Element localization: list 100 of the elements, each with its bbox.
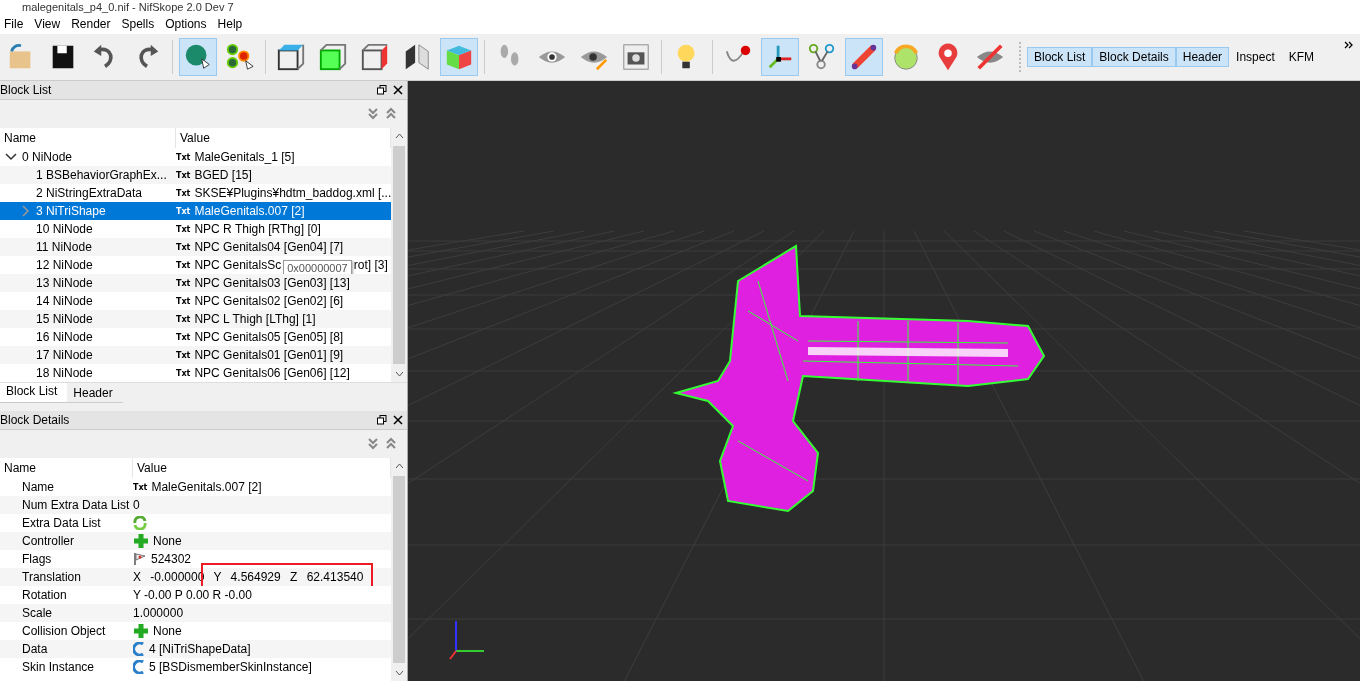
node-graph-icon [807, 42, 837, 72]
node-name: 3 NiTriShape [36, 204, 106, 218]
flag-icon [133, 552, 147, 566]
node-value: rot] [3] [353, 258, 388, 272]
field-name: Rotation [22, 588, 67, 602]
menu-item[interactable]: Options [163, 17, 216, 31]
expand-all-icon[interactable] [385, 437, 397, 451]
dock-tab[interactable]: KFM [1281, 47, 1322, 67]
dock-tab[interactable]: Block Details [1092, 47, 1176, 67]
collapse-all-icon[interactable] [367, 107, 379, 121]
field-name: Data [22, 642, 48, 656]
text-type-icon: Txt [176, 152, 191, 162]
field-name: Scale [22, 606, 53, 620]
menu-item[interactable]: Help [215, 17, 252, 31]
field-value: MaleGenitals.007 [2] [151, 480, 262, 494]
node-value: NPC Genitals06 [Gen06] [12] [194, 366, 350, 380]
text-type-icon: Txt [176, 206, 191, 216]
node-name: 1 BSBehaviorGraphEx... [36, 168, 167, 182]
axis-gizmo-icon [449, 620, 485, 660]
field-value: None [153, 624, 182, 638]
node-value: SKSE¥Plugins¥hdtm_baddog.xml [... [194, 186, 392, 200]
field-name: Num Extra Data List [22, 498, 130, 512]
scrollbar[interactable] [391, 128, 407, 382]
node-name: 16 NiNode [36, 330, 93, 344]
field-name: Extra Data List [22, 516, 101, 530]
bone-icon [849, 42, 879, 72]
field-name: Collision Object [22, 624, 106, 638]
panel-tab[interactable]: Header [67, 385, 123, 403]
close-icon[interactable] [393, 415, 403, 425]
text-type-icon: Txt [176, 170, 191, 180]
cube-icon [276, 42, 306, 72]
cube-icon [360, 42, 390, 72]
node-value: NPC Genitals04 [Gen04] [7] [194, 240, 344, 254]
toolbar-button[interactable] [845, 38, 883, 76]
node-value: NPC R Thigh [RThg] [0] [194, 222, 321, 236]
text-type-icon: Txt [176, 278, 191, 288]
gauge-icon [891, 42, 921, 72]
camera-icon [621, 42, 651, 72]
node-name: 17 NiNode [36, 348, 93, 362]
field-name: Translation [22, 570, 81, 584]
panel-title: Block List [0, 83, 52, 97]
tree-row[interactable]: 15 NiNode Txt NPC L Thigh [LThg] [1] [0, 310, 391, 328]
node-value: NPC Genitals03 [Gen03] [13] [194, 276, 350, 290]
menu-item[interactable]: Render [69, 17, 120, 31]
dock-tab[interactable]: Inspect [1229, 47, 1282, 67]
dots-cursor-icon [225, 42, 255, 72]
text-type-icon: Txt [133, 482, 148, 492]
field-value: 524302 [151, 552, 192, 566]
window-title: malegenitals_p4_0.nif - NifSkope 2.0 Dev 7 [22, 0, 234, 14]
node-name: 18 NiNode [36, 366, 93, 380]
field-value: 4 [NiTriShapeData] [149, 642, 251, 656]
menu-item[interactable]: File [2, 17, 33, 31]
plus-icon [133, 533, 149, 549]
node-value: MaleGenitals_1 [5] [194, 150, 295, 164]
node-value: MaleGenitals.007 [2] [194, 204, 305, 218]
text-type-icon: Txt [176, 350, 191, 360]
text-type-icon: Txt [176, 368, 191, 378]
dock-tab[interactable]: Block List [1027, 47, 1093, 67]
tree-row[interactable]: 3 NiTriShape Txt MaleGenitals.007 [2] [0, 202, 391, 220]
tree-row[interactable]: 17 NiNode Txt NPC Genitals01 [Gen01] [9] [0, 346, 391, 364]
expand-all-icon[interactable] [385, 107, 397, 121]
text-type-icon: Txt [176, 314, 191, 324]
field-value: None [153, 534, 182, 548]
float-window-icon[interactable] [377, 415, 387, 425]
float-window-icon[interactable] [377, 85, 387, 95]
close-icon[interactable] [393, 85, 403, 95]
plus-icon [133, 623, 149, 639]
scrollbar[interactable] [391, 458, 407, 681]
node-name: 12 NiNode [36, 258, 93, 272]
collapse-all-icon[interactable] [367, 437, 379, 451]
text-type-icon: Txt [176, 296, 191, 306]
node-name: 13 NiNode [36, 276, 93, 290]
sphere-cursor-icon [183, 42, 213, 72]
node-value: NPC Genitals01 [Gen01] [9] [194, 348, 344, 362]
panel-title: Block Details [0, 413, 70, 427]
tree-row[interactable]: 11 NiNode Txt NPC Genitals04 [Gen04] [7] [0, 238, 391, 256]
node-name: 15 NiNode [36, 312, 93, 326]
field-value: 0 [133, 498, 140, 512]
node-value: NPC Genitals05 [Gen05] [8] [194, 330, 344, 344]
tree-row[interactable]: 13 NiNode Txt NPC Genitals03 [Gen03] [13] [0, 274, 391, 292]
text-type-icon: Txt [176, 188, 191, 198]
expanded-chevron-icon[interactable] [4, 151, 18, 163]
text-type-icon: Txt [176, 260, 191, 270]
cube-icon [318, 42, 348, 72]
3d-viewport[interactable] [408, 81, 1360, 681]
field-name: Flags [22, 552, 52, 566]
tree-row[interactable]: 1 BSBehaviorGraphEx... Txt BGED [15] [0, 166, 391, 184]
node-name: 0 NiNode [22, 150, 73, 164]
node-value: NPC Genitals02 [Gen02] [6] [194, 294, 344, 308]
dock-tab[interactable]: Header [1175, 47, 1230, 67]
node-name: 11 NiNode [36, 240, 92, 254]
node-name: 10 NiNode [36, 222, 93, 236]
panel-tab[interactable]: Block List [0, 383, 68, 403]
field-name: Controller [22, 534, 75, 548]
refresh-icon [133, 516, 147, 530]
node-name: 14 NiNode [36, 294, 93, 308]
menu-item[interactable]: View [32, 17, 70, 31]
menu-item[interactable]: Spells [119, 17, 164, 31]
eye-crossed-icon [975, 42, 1005, 72]
text-type-icon: Txt [176, 332, 191, 342]
